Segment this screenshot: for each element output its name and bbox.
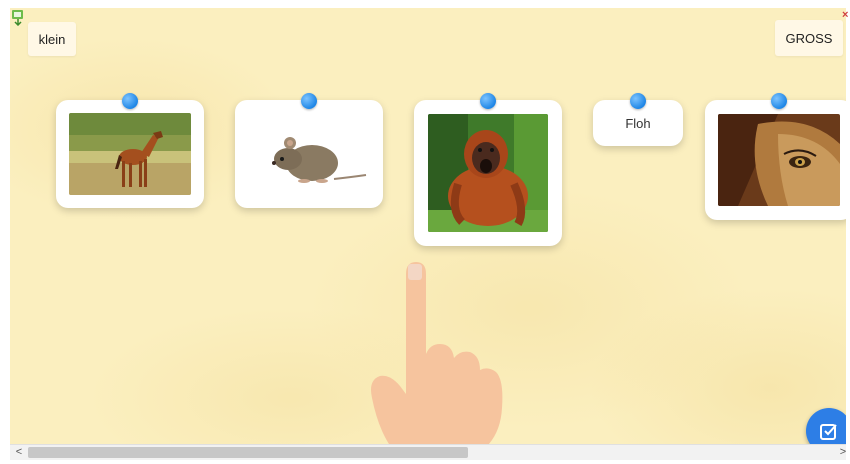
pin-icon [480, 93, 496, 109]
pin-icon [630, 93, 646, 109]
card-orangutan[interactable] [414, 93, 562, 246]
card-flea-text: Floh [625, 115, 651, 131]
pin-icon [122, 93, 138, 109]
orangutan-photo [428, 114, 548, 232]
label-big: GROSS [775, 20, 843, 56]
sorting-board: klein GROSS Floh [10, 8, 846, 444]
label-big-text: GROSS [785, 30, 833, 46]
label-small: klein [28, 22, 76, 56]
pin-icon [771, 93, 787, 109]
check-button[interactable] [806, 408, 846, 444]
horizontal-scrollbar[interactable]: < > [10, 444, 846, 460]
pointing-hand-icon [360, 258, 520, 444]
close-icon[interactable]: × [842, 8, 850, 22]
card-mouse[interactable] [235, 93, 383, 208]
check-square-icon [820, 424, 837, 440]
pin-icon [301, 93, 317, 109]
lion-photo [718, 114, 840, 206]
scroll-thumb[interactable] [28, 447, 468, 458]
scroll-right-arrow[interactable]: > [836, 445, 850, 460]
scroll-left-arrow[interactable]: < [12, 445, 26, 460]
mouse-photo [248, 113, 370, 195]
horse-photo [69, 113, 191, 195]
label-small-text: klein [38, 31, 66, 47]
app-corner-icon[interactable] [10, 8, 28, 27]
card-lion[interactable] [705, 93, 846, 220]
card-horse[interactable] [56, 93, 204, 208]
card-flea[interactable]: Floh [593, 93, 683, 146]
